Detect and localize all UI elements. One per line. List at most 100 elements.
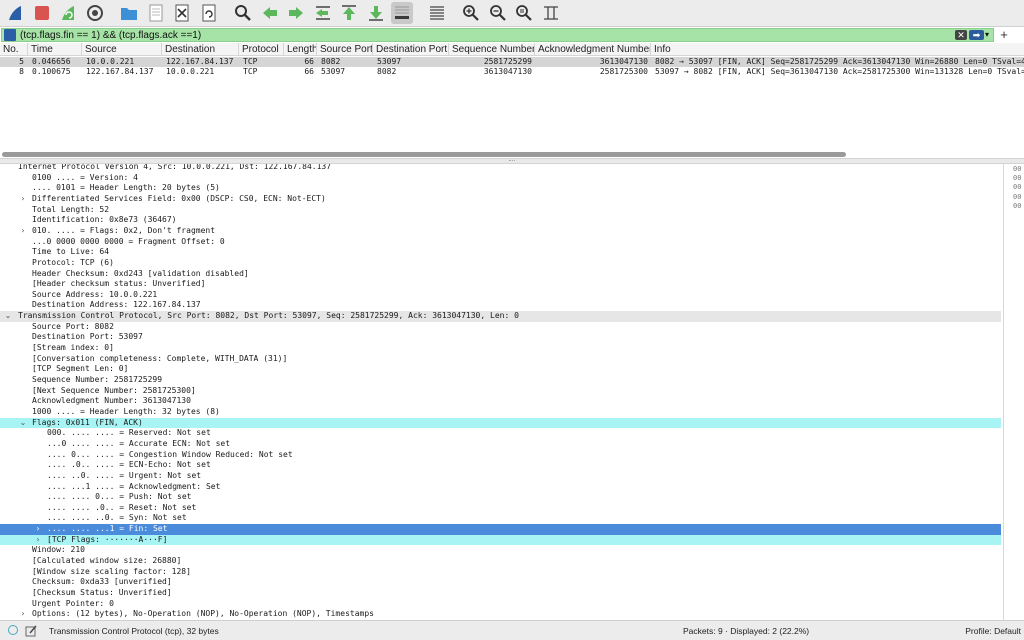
chevron-right-icon[interactable]: › bbox=[19, 609, 27, 620]
bytes-offset: 00 bbox=[1013, 192, 1022, 201]
open-file-button[interactable] bbox=[118, 2, 140, 24]
detail-tree-item[interactable]: .... .0.. .... = ECN-Echo: Not set bbox=[0, 460, 1001, 471]
start-capture-button[interactable] bbox=[4, 2, 26, 24]
edit-comment-icon[interactable] bbox=[25, 625, 37, 637]
add-filter-button[interactable]: + bbox=[998, 27, 1010, 43]
detail-tree-item[interactable]: .... 0101 = Header Length: 20 bytes (5) bbox=[0, 183, 1001, 194]
apply-filter-button[interactable]: ➡ bbox=[969, 30, 984, 40]
detail-tree-item[interactable]: › .... .... ...1 = Fin: Set bbox=[0, 524, 1001, 535]
status-profile[interactable]: Profile: Default bbox=[965, 626, 1021, 636]
detail-tree-item[interactable]: › Differentiated Services Field: 0x00 (DS… bbox=[0, 194, 1001, 205]
bookmark-icon[interactable] bbox=[4, 29, 16, 41]
detail-tree-item[interactable]: .... 0... .... = Congestion Window Reduc… bbox=[0, 450, 1001, 461]
column-header-destination-port[interactable]: Destination Port bbox=[373, 43, 449, 56]
go-last-icon bbox=[368, 6, 383, 21]
detail-tree-item[interactable]: Total Length: 52 bbox=[0, 205, 1001, 216]
detail-tree-item[interactable]: [Next Sequence Number: 2581725300] bbox=[0, 386, 1001, 397]
detail-tree-item[interactable]: .... ...1 .... = Acknowledgment: Set bbox=[0, 482, 1001, 493]
close-file-button[interactable] bbox=[171, 2, 193, 24]
detail-tree-item[interactable]: Acknowledgment Number: 3613047130 bbox=[0, 396, 1001, 407]
detail-tree-item[interactable]: [TCP Segment Len: 0] bbox=[0, 364, 1001, 375]
clear-filter-button[interactable]: ✕ bbox=[955, 30, 967, 40]
column-header-no[interactable]: No. bbox=[0, 43, 28, 56]
detail-tree-item[interactable]: Sequence Number: 2581725299 bbox=[0, 375, 1001, 386]
detail-tree-item[interactable]: Internet Protocol Version 4, Src: 10.0.0… bbox=[0, 164, 1001, 173]
column-header-time[interactable]: Time bbox=[28, 43, 82, 56]
detail-tree-item[interactable]: Protocol: TCP (6) bbox=[0, 258, 1001, 269]
stop-capture-button[interactable] bbox=[31, 2, 53, 24]
zoom-normal-button[interactable] bbox=[513, 2, 535, 24]
column-header-info[interactable]: Info bbox=[651, 43, 1024, 56]
detail-tree-item[interactable]: 0100 .... = Version: 4 bbox=[0, 173, 1001, 184]
detail-tree-item[interactable]: Source Port: 8082 bbox=[0, 322, 1001, 333]
find-packet-button[interactable] bbox=[232, 2, 254, 24]
detail-tree-item[interactable]: [Calculated window size: 26880] bbox=[0, 556, 1001, 567]
column-header-ack-number[interactable]: Acknowledgment Number bbox=[535, 43, 651, 56]
detail-tree-item[interactable]: [Header checksum status: Unverified] bbox=[0, 279, 1001, 290]
chevron-right-icon[interactable]: › bbox=[19, 226, 27, 237]
detail-tree-item[interactable]: .... .... ..0. = Syn: Not set bbox=[0, 513, 1001, 524]
filter-text[interactable]: (tcp.flags.fin == 1) && (tcp.flags.ack =… bbox=[20, 30, 201, 41]
chevron-down-icon[interactable]: ⌄ bbox=[19, 418, 27, 429]
detail-tree-item[interactable]: Source Address: 10.0.0.221 bbox=[0, 290, 1001, 301]
go-first-packet-button[interactable] bbox=[338, 2, 360, 24]
chevron-down-icon[interactable]: ⌄ bbox=[4, 311, 12, 322]
horizontal-scrollbar[interactable] bbox=[2, 152, 846, 157]
detail-tree-item[interactable]: [Stream index: 0] bbox=[0, 343, 1001, 354]
chevron-down-icon[interactable]: ▾ bbox=[985, 30, 992, 40]
zoom-out-button[interactable] bbox=[487, 2, 509, 24]
detail-tree-item[interactable]: [Conversation completeness: Complete, WI… bbox=[0, 354, 1001, 365]
detail-tree-item[interactable]: › [TCP Flags: ·······A···F] bbox=[0, 534, 1001, 546]
capture-options-icon bbox=[86, 5, 103, 21]
detail-tree-item[interactable]: Header Checksum: 0xd243 [validation disa… bbox=[0, 269, 1001, 280]
save-file-button[interactable] bbox=[145, 2, 167, 24]
chevron-right-icon[interactable]: › bbox=[34, 524, 42, 535]
detail-tree-item[interactable]: ...0 0000 0000 0000 = Fragment Offset: 0 bbox=[0, 237, 1001, 248]
detail-tree-item[interactable]: Identification: 0x8e73 (36467) bbox=[0, 215, 1001, 226]
display-filter-bar: (tcp.flags.fin == 1) && (tcp.flags.ack =… bbox=[0, 27, 1024, 43]
detail-tree-item[interactable]: 000. .... .... = Reserved: Not set bbox=[0, 428, 1001, 439]
packet-row[interactable]: 5 0.046656 10.0.0.221 122.167.84.137 TCP… bbox=[0, 57, 1024, 67]
detail-tree-item[interactable]: 1000 .... = Header Length: 32 bytes (8) bbox=[0, 407, 1001, 418]
column-header-length[interactable]: Length bbox=[284, 43, 317, 56]
reload-file-button[interactable] bbox=[198, 2, 220, 24]
column-header-source[interactable]: Source bbox=[82, 43, 162, 56]
detail-tree-item[interactable]: Destination Address: 122.167.84.137 bbox=[0, 300, 1001, 311]
autoscroll-button[interactable] bbox=[391, 2, 413, 24]
detail-tree-label: .... .... ..0. = Syn: Not set bbox=[47, 513, 187, 523]
display-filter-input[interactable]: (tcp.flags.fin == 1) && (tcp.flags.ack =… bbox=[1, 28, 994, 42]
column-header-protocol[interactable]: Protocol bbox=[239, 43, 284, 56]
chevron-right-icon[interactable]: › bbox=[19, 194, 27, 205]
detail-tree-item[interactable]: Time to Live: 64 bbox=[0, 247, 1001, 258]
expert-info-icon[interactable] bbox=[8, 625, 18, 635]
column-header-source-port[interactable]: Source Port bbox=[317, 43, 373, 56]
restart-capture-button[interactable] bbox=[57, 2, 79, 24]
detail-tree-item[interactable]: Urgent Pointer: 0 bbox=[0, 599, 1001, 610]
detail-tree-item[interactable]: Checksum: 0xda33 [unverified] bbox=[0, 577, 1001, 588]
detail-tree-item[interactable]: › Options: (12 bytes), No-Operation (NOP)… bbox=[0, 609, 1001, 620]
detail-tree-item[interactable]: › 010. .... = Flags: 0x2, Don't fragment bbox=[0, 226, 1001, 237]
resize-columns-button[interactable] bbox=[540, 2, 562, 24]
detail-tree-item[interactable]: Destination Port: 53097 bbox=[0, 332, 1001, 343]
detail-tree-item[interactable]: [Window size scaling factor: 128] bbox=[0, 567, 1001, 578]
go-forward-button[interactable] bbox=[285, 2, 307, 24]
go-last-packet-button[interactable] bbox=[365, 2, 387, 24]
zoom-in-button[interactable] bbox=[460, 2, 482, 24]
chevron-right-icon[interactable]: › bbox=[34, 535, 42, 546]
detail-tree-label: Protocol: TCP (6) bbox=[32, 257, 114, 267]
detail-tree-item[interactable]: ...0 .... .... = Accurate ECN: Not set bbox=[0, 439, 1001, 450]
detail-tree-item[interactable]: .... ..0. .... = Urgent: Not set bbox=[0, 471, 1001, 482]
detail-tree-item[interactable]: .... .... .0.. = Reset: Not set bbox=[0, 503, 1001, 514]
capture-options-button[interactable] bbox=[84, 2, 106, 24]
detail-tree-item[interactable]: Window: 210 bbox=[0, 545, 1001, 556]
go-back-button[interactable] bbox=[259, 2, 281, 24]
go-to-packet-button[interactable] bbox=[312, 2, 334, 24]
detail-tree-item[interactable]: .... .... 0... = Push: Not set bbox=[0, 492, 1001, 503]
detail-tree-item[interactable]: ⌄ Transmission Control Protocol, Src Port… bbox=[0, 311, 1001, 322]
column-header-destination[interactable]: Destination bbox=[162, 43, 239, 56]
column-header-sequence-number[interactable]: Sequence Number bbox=[449, 43, 535, 56]
detail-tree-item[interactable]: ⌄ Flags: 0x011 (FIN, ACK) bbox=[0, 417, 1001, 429]
detail-tree-item[interactable]: [Checksum Status: Unverified] bbox=[0, 588, 1001, 599]
colorize-button[interactable] bbox=[426, 2, 448, 24]
packet-row[interactable]: 8 0.100675 122.167.84.137 10.0.0.221 TCP… bbox=[0, 67, 1024, 77]
